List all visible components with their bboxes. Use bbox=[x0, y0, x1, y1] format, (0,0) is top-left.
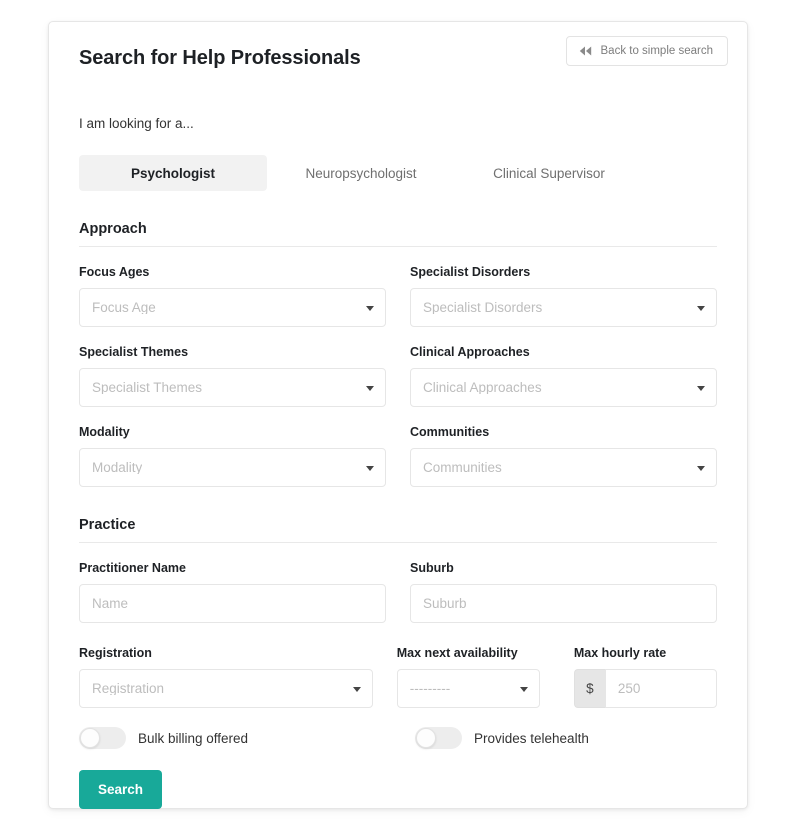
practitioner-name-placeholder: Name bbox=[92, 596, 129, 611]
modality-select[interactable]: Modality bbox=[79, 448, 386, 487]
max-hourly-rate-group: $ 250 bbox=[573, 669, 717, 708]
focus-ages-placeholder: Focus Age bbox=[92, 300, 156, 315]
focus-ages-select[interactable]: Focus Age bbox=[79, 288, 386, 327]
back-to-simple-search-button[interactable]: Back to simple search bbox=[565, 36, 728, 66]
registration-label: Registration bbox=[79, 646, 152, 660]
profession-tabs: Psychologist Neuropsychologist Clinical … bbox=[79, 155, 717, 191]
toggle-knob bbox=[80, 728, 100, 748]
bulk-billing-toggle[interactable] bbox=[79, 727, 126, 749]
bulk-billing-label: Bulk billing offered bbox=[138, 730, 249, 746]
telehealth-toggle-group: Provides telehealth bbox=[415, 727, 589, 749]
communities-field: Communities Communities bbox=[410, 424, 717, 487]
search-card: Search for Help Professionals Back to si… bbox=[48, 21, 748, 809]
max-next-availability-select[interactable]: --------- bbox=[396, 669, 540, 708]
practice-row-1: Practitioner Name Name Suburb Suburb bbox=[79, 560, 717, 623]
practitioner-name-label: Practitioner Name bbox=[79, 561, 186, 575]
focus-ages-field: Focus Ages Focus Age bbox=[79, 264, 386, 327]
specialist-themes-select[interactable]: Specialist Themes bbox=[79, 368, 386, 407]
specialist-disorders-field: Specialist Disorders Specialist Disorder… bbox=[410, 264, 717, 327]
toggles-row: Bulk billing offered Provides telehealth bbox=[79, 727, 717, 749]
approach-row-3: Modality Modality Communities Communitie… bbox=[79, 424, 717, 487]
suburb-label: Suburb bbox=[410, 561, 454, 575]
clinical-approaches-label: Clinical Approaches bbox=[410, 345, 530, 359]
suburb-placeholder: Suburb bbox=[423, 596, 467, 611]
tab-psychologist-label: Psychologist bbox=[130, 165, 216, 181]
modality-field: Modality Modality bbox=[79, 424, 386, 487]
registration-field: Registration Registration bbox=[79, 645, 373, 708]
chevron-down-icon bbox=[366, 305, 374, 311]
approach-section: Approach Focus Ages Focus Age Specialist… bbox=[79, 221, 717, 487]
max-hourly-rate-label: Max hourly rate bbox=[573, 646, 667, 660]
telehealth-toggle[interactable] bbox=[415, 727, 462, 749]
specialist-disorders-select[interactable]: Specialist Disorders bbox=[410, 288, 717, 327]
page-background: Search for Help Professionals Back to si… bbox=[0, 0, 809, 831]
max-hourly-rate-input[interactable]: 250 bbox=[604, 669, 717, 708]
approach-row-2: Specialist Themes Specialist Themes Clin… bbox=[79, 344, 717, 407]
communities-label: Communities bbox=[410, 425, 490, 439]
chevron-down-icon bbox=[697, 305, 705, 311]
practice-section-title: Practice bbox=[79, 517, 717, 543]
back-to-simple-search-label: Back to simple search bbox=[600, 45, 714, 57]
clinical-approaches-field: Clinical Approaches Clinical Approaches bbox=[410, 344, 717, 407]
chevron-down-icon bbox=[519, 686, 528, 692]
max-hourly-rate-field: Max hourly rate $ 250 bbox=[573, 645, 717, 708]
bulk-billing-toggle-group: Bulk billing offered bbox=[79, 727, 415, 749]
tab-clinical-supervisor-label: Clinical Supervisor bbox=[493, 165, 605, 181]
telehealth-label: Provides telehealth bbox=[474, 730, 589, 746]
tab-neuropsychologist[interactable]: Neuropsychologist bbox=[267, 155, 455, 191]
max-next-availability-label: Max next availability bbox=[396, 646, 518, 660]
communities-placeholder: Communities bbox=[423, 460, 502, 475]
tab-psychologist[interactable]: Psychologist bbox=[79, 155, 267, 191]
max-next-availability-value: --------- bbox=[409, 681, 451, 696]
suburb-input[interactable]: Suburb bbox=[410, 584, 717, 623]
specialist-themes-label: Specialist Themes bbox=[79, 345, 189, 359]
card-body: I am looking for a... Psychologist Neuro… bbox=[49, 114, 747, 809]
registration-select[interactable]: Registration bbox=[79, 669, 373, 708]
registration-placeholder: Registration bbox=[92, 681, 165, 696]
currency-prefix: $ bbox=[573, 669, 605, 708]
communities-select[interactable]: Communities bbox=[410, 448, 717, 487]
chevron-down-icon bbox=[697, 385, 705, 391]
search-button[interactable]: Search bbox=[79, 770, 162, 809]
tab-clinical-supervisor[interactable]: Clinical Supervisor bbox=[455, 155, 643, 191]
chevron-down-icon bbox=[366, 465, 374, 471]
clinical-approaches-select[interactable]: Clinical Approaches bbox=[410, 368, 717, 407]
tab-neuropsychologist-label: Neuropsychologist bbox=[305, 165, 417, 181]
practitioner-name-input[interactable]: Name bbox=[79, 584, 386, 623]
practitioner-name-field: Practitioner Name Name bbox=[79, 560, 386, 623]
focus-ages-label: Focus Ages bbox=[79, 265, 150, 279]
modality-placeholder: Modality bbox=[92, 460, 143, 475]
rewind-double-left-icon bbox=[579, 46, 592, 56]
chevron-down-icon bbox=[697, 465, 705, 471]
chevron-down-icon bbox=[352, 686, 361, 692]
specialist-themes-field: Specialist Themes Specialist Themes bbox=[79, 344, 386, 407]
toggle-knob bbox=[416, 728, 436, 748]
max-hourly-rate-placeholder: 250 bbox=[617, 681, 641, 696]
looking-for-label: I am looking for a... bbox=[79, 116, 194, 131]
card-header: Search for Help Professionals Back to si… bbox=[49, 22, 747, 84]
specialist-disorders-placeholder: Specialist Disorders bbox=[423, 300, 543, 315]
practice-row-2: Registration Registration Max next avail… bbox=[79, 645, 717, 708]
max-next-availability-field: Max next availability --------- bbox=[396, 645, 540, 708]
chevron-down-icon bbox=[366, 385, 374, 391]
approach-row-1: Focus Ages Focus Age Specialist Disorder… bbox=[79, 264, 717, 327]
practice-section: Practice Practitioner Name Name Suburb S… bbox=[79, 517, 717, 809]
modality-label: Modality bbox=[79, 425, 130, 439]
approach-section-title: Approach bbox=[79, 221, 717, 247]
specialist-disorders-label: Specialist Disorders bbox=[410, 265, 531, 279]
suburb-field: Suburb Suburb bbox=[410, 560, 717, 623]
clinical-approaches-placeholder: Clinical Approaches bbox=[423, 380, 542, 395]
specialist-themes-placeholder: Specialist Themes bbox=[92, 380, 203, 395]
